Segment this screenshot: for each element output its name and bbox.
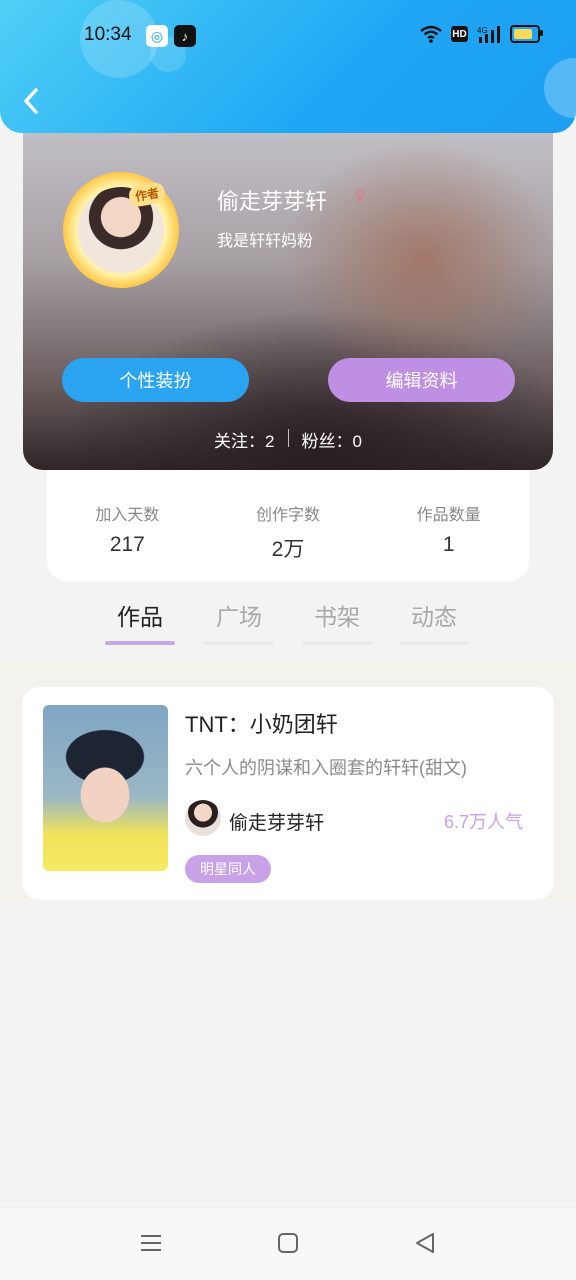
tab-indicator [204, 641, 274, 645]
stat-value: 217 [109, 533, 145, 556]
divider [287, 429, 289, 447]
stat-label: 加入天数 [95, 507, 160, 524]
profile-card: 作者 偷走芽芽轩 ♀ 我是轩轩妈粉 个性装扮 编辑资料 关注：2 粉丝：0 [23, 120, 553, 470]
stats-card: 加入天数 217 创作字数 2万 作品数量 1 [47, 466, 529, 581]
menu-icon [141, 1235, 161, 1251]
follow-row: 关注：2 粉丝：0 [23, 427, 553, 452]
back-nav-button[interactable] [414, 1232, 436, 1259]
home-button[interactable] [277, 1232, 299, 1259]
stat-value: 1 [442, 533, 455, 556]
edit-profile-button[interactable]: 编辑资料 [328, 358, 515, 402]
wifi-icon [420, 25, 442, 43]
category-tag[interactable]: 明星同人 [185, 855, 271, 883]
tab-label: 书架 [314, 604, 360, 630]
battery-icon [510, 25, 543, 43]
header: 10:34 ◎ ♪ HD 4G [0, 0, 576, 133]
popularity: 6.7万人气 [443, 812, 523, 832]
tab-works[interactable]: 作品 [105, 598, 175, 645]
work-title: TNT：小奶团轩 [185, 712, 338, 737]
avatar[interactable]: 作者 [63, 172, 179, 288]
tab-label: 作品 [117, 604, 163, 630]
svg-text:4G: 4G [477, 26, 488, 35]
author-name: 偷走芽芽轩 [229, 813, 325, 834]
work-cover-image[interactable] [43, 705, 168, 871]
tab-label: 动态 [411, 604, 457, 630]
hd-icon: HD [451, 26, 468, 42]
profile-name: 偷走芽芽轩 [217, 189, 328, 214]
works-list: TNT：小奶团轩 六个人的阴谋和入圈套的轩轩(甜文) 偷走芽芽轩 6.7万人气 … [0, 660, 576, 900]
stat-value: 2万 [271, 538, 305, 561]
status-icons: HD 4G [420, 25, 543, 43]
personal-dress-button[interactable]: 个性装扮 [62, 358, 249, 402]
follow-count[interactable]: 关注：2 [214, 427, 274, 452]
tab-indicator [302, 641, 372, 645]
female-icon: ♀ [351, 182, 369, 209]
author-avatar [185, 800, 221, 836]
stat-join-days: 加入天数 217 [47, 466, 208, 581]
tab-square[interactable]: 广场 [204, 598, 274, 645]
signal-icon: 4G [477, 25, 501, 43]
author-badge: 作者 [127, 181, 167, 208]
profile-bio: 我是轩轩妈粉 [217, 233, 314, 250]
stat-label: 作品数量 [416, 507, 481, 524]
tab-label: 广场 [216, 604, 262, 630]
tab-bookshelf[interactable]: 书架 [302, 598, 372, 645]
tab-indicator [399, 641, 469, 645]
system-nav-bar [0, 1207, 576, 1280]
fans-count[interactable]: 粉丝：0 [302, 427, 362, 452]
decor-bubble [544, 58, 576, 118]
stat-word-count: 创作字数 2万 [208, 466, 369, 581]
app-notification-icon: ◎ [146, 25, 168, 47]
back-button[interactable] [18, 84, 48, 118]
work-card[interactable]: TNT：小奶团轩 六个人的阴谋和入圈套的轩轩(甜文) 偷走芽芽轩 6.7万人气 … [22, 687, 554, 900]
battery-level [514, 29, 533, 39]
home-square-icon [278, 1233, 298, 1253]
menu-button[interactable] [140, 1232, 162, 1259]
tab-indicator [105, 641, 175, 645]
tab-activity[interactable]: 动态 [399, 598, 469, 645]
back-arrow-icon [24, 88, 38, 114]
work-description: 六个人的阴谋和入圈套的轩轩(甜文) [185, 758, 467, 778]
tab-bar: 作品 广场 书架 动态 [0, 598, 576, 658]
status-time: 10:34 [84, 24, 132, 45]
stat-label: 创作字数 [256, 507, 321, 524]
stat-work-count: 作品数量 1 [368, 466, 529, 581]
tiktok-icon: ♪ [174, 25, 196, 47]
back-triangle-icon [416, 1233, 434, 1253]
